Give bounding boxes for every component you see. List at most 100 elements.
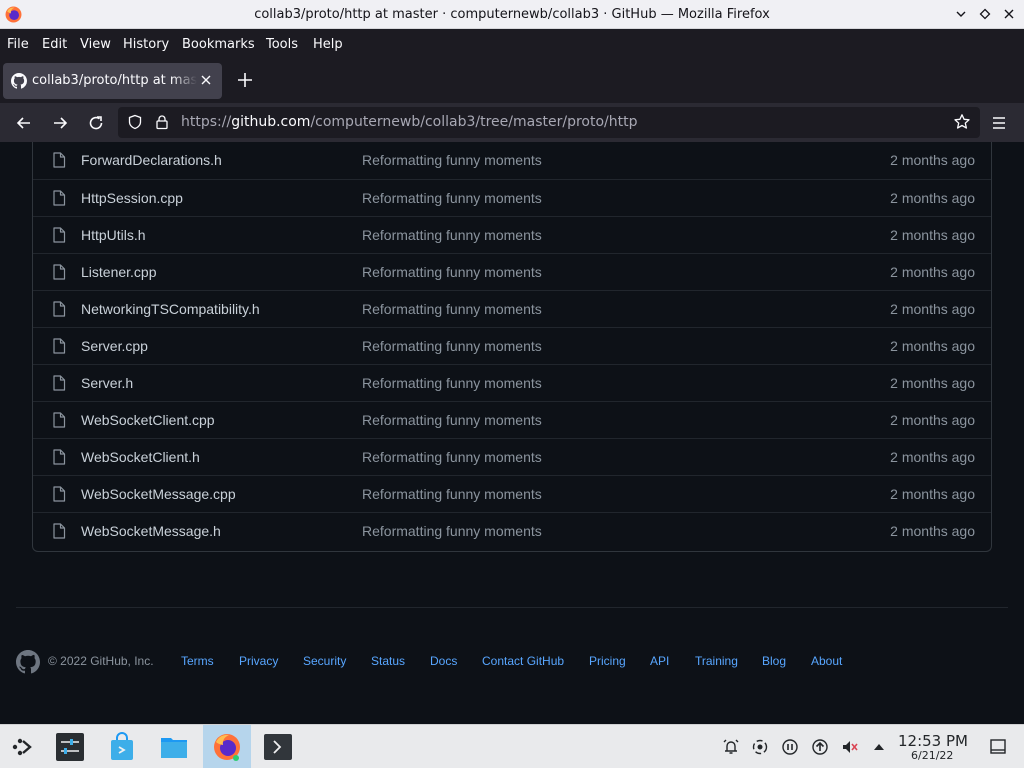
bookmark-star-icon[interactable] xyxy=(953,113,971,131)
clock-time[interactable]: 12:53 PM xyxy=(898,732,968,750)
file-row[interactable]: WebSocketMessage.cpp Reformatting funny … xyxy=(33,475,991,512)
menu-help[interactable]: Help xyxy=(313,37,343,52)
footer-link-training[interactable]: Training xyxy=(695,654,738,668)
footer-link-docs[interactable]: Docs xyxy=(430,654,457,668)
menu-file[interactable]: File xyxy=(7,37,29,52)
file-icon xyxy=(53,227,66,243)
tray-updates[interactable] xyxy=(810,737,830,757)
file-name-link[interactable]: WebSocketMessage.cpp xyxy=(81,486,236,502)
commit-message-link[interactable]: Reformatting funny moments xyxy=(362,301,542,317)
commit-message-link[interactable]: Reformatting funny moments xyxy=(362,523,542,539)
commit-message-link[interactable]: Reformatting funny moments xyxy=(362,338,542,354)
forward-button[interactable] xyxy=(48,111,72,135)
footer-link-status[interactable]: Status xyxy=(371,654,405,668)
file-row[interactable]: HttpSession.cpp Reformatting funny momen… xyxy=(33,179,991,216)
shield-icon[interactable] xyxy=(127,114,143,130)
commit-age: 2 months ago xyxy=(890,412,975,428)
commit-age: 2 months ago xyxy=(890,338,975,354)
tray-notifications[interactable] xyxy=(721,737,741,757)
window-title: collab3/proto/http at master · computern… xyxy=(254,7,770,22)
alarm-bell-icon xyxy=(723,739,739,754)
tab-title: collab3/proto/http at master · computern… xyxy=(32,73,197,88)
tray-kde-connect[interactable] xyxy=(750,737,770,757)
footer-link-contact[interactable]: Contact GitHub xyxy=(482,654,564,668)
commit-message-link[interactable]: Reformatting funny moments xyxy=(362,449,542,465)
file-row[interactable]: Server.cpp Reformatting funny moments 2 … xyxy=(33,327,991,364)
file-icon xyxy=(53,375,66,391)
footer-link-api[interactable]: API xyxy=(650,654,669,668)
file-row[interactable]: WebSocketClient.h Reformatting funny mom… xyxy=(33,438,991,475)
file-row[interactable]: Server.h Reformatting funny moments 2 mo… xyxy=(33,364,991,401)
file-name-link[interactable]: NetworkingTSCompatibility.h xyxy=(81,301,260,317)
footer-link-blog[interactable]: Blog xyxy=(762,654,786,668)
menu-history[interactable]: History xyxy=(123,37,169,52)
footer-link-about[interactable]: About xyxy=(811,654,842,668)
file-row[interactable]: WebSocketClient.cpp Reformatting funny m… xyxy=(33,401,991,438)
reload-button[interactable] xyxy=(84,111,108,135)
commit-message-link[interactable]: Reformatting funny moments xyxy=(362,412,542,428)
tab-close-icon[interactable] xyxy=(198,72,214,88)
file-row[interactable]: NetworkingTSCompatibility.h Reformatting… xyxy=(33,290,991,327)
file-name-link[interactable]: Listener.cpp xyxy=(81,264,157,280)
show-desktop-icon xyxy=(990,739,1006,754)
tray-expand[interactable] xyxy=(869,737,889,757)
file-name-link[interactable]: HttpSession.cpp xyxy=(81,190,183,206)
menu-tools[interactable]: Tools xyxy=(266,37,298,52)
file-row[interactable]: WebSocketMessage.h Reformatting funny mo… xyxy=(33,512,991,549)
file-name-link[interactable]: Server.h xyxy=(81,375,133,391)
taskbar-firefox[interactable] xyxy=(203,725,251,768)
footer-link-security[interactable]: Security xyxy=(303,654,346,668)
file-name-link[interactable]: ForwardDeclarations.h xyxy=(81,152,222,168)
file-row[interactable]: HttpUtils.h Reformatting funny moments 2… xyxy=(33,216,991,253)
github-mark-icon[interactable] xyxy=(16,650,40,674)
footer-link-terms[interactable]: Terms xyxy=(181,654,214,668)
footer-link-pricing[interactable]: Pricing xyxy=(589,654,626,668)
file-name-link[interactable]: WebSocketClient.h xyxy=(81,449,200,465)
commit-message-link[interactable]: Reformatting funny moments xyxy=(362,152,542,168)
commit-message-link[interactable]: Reformatting funny moments xyxy=(362,264,542,280)
commit-message-link[interactable]: Reformatting funny moments xyxy=(362,227,542,243)
taskbar-file-manager[interactable] xyxy=(152,725,196,768)
application-launcher[interactable] xyxy=(0,725,44,768)
file-icon xyxy=(53,523,66,539)
hamburger-menu-icon[interactable] xyxy=(988,112,1010,134)
footer-link-privacy[interactable]: Privacy xyxy=(239,654,278,668)
taskbar-discover[interactable] xyxy=(100,725,144,768)
github-icon xyxy=(11,73,27,89)
file-name-link[interactable]: WebSocketClient.cpp xyxy=(81,412,215,428)
file-name-link[interactable]: WebSocketMessage.h xyxy=(81,523,221,539)
file-row[interactable]: ForwardDeclarations.h Reformatting funny… xyxy=(33,142,991,179)
speaker-muted-icon xyxy=(843,741,858,753)
connect-icon xyxy=(752,739,768,755)
minimize-button[interactable] xyxy=(952,5,970,23)
url-text[interactable]: https://github.com/computernewb/collab3/… xyxy=(181,114,637,130)
file-icon xyxy=(53,190,66,206)
back-button[interactable] xyxy=(12,111,36,135)
file-row[interactable]: Listener.cpp Reformatting funny moments … xyxy=(33,253,991,290)
tab-active[interactable]: collab3/proto/http at master · computern… xyxy=(3,63,222,99)
tray-volume[interactable] xyxy=(840,737,860,757)
show-desktop-button[interactable] xyxy=(988,737,1008,757)
new-tab-plus-icon[interactable] xyxy=(234,69,256,91)
menu-bookmarks[interactable]: Bookmarks xyxy=(182,37,255,52)
maximize-button[interactable] xyxy=(976,5,994,23)
update-arrow-icon xyxy=(812,739,828,755)
chevron-up-icon xyxy=(874,744,884,750)
file-name-link[interactable]: HttpUtils.h xyxy=(81,227,146,243)
commit-message-link[interactable]: Reformatting funny moments xyxy=(362,190,542,206)
commit-message-link[interactable]: Reformatting funny moments xyxy=(362,486,542,502)
file-name-link[interactable]: Server.cpp xyxy=(81,338,148,354)
tray-media-player[interactable] xyxy=(780,737,800,757)
taskbar-system-settings[interactable] xyxy=(48,725,92,768)
clock-date[interactable]: 6/21/22 xyxy=(911,749,953,762)
url-path: /computernewb/collab3/tree/master/proto/… xyxy=(310,114,638,130)
menu-view[interactable]: View xyxy=(80,37,111,52)
footer-copyright: © 2022 GitHub, Inc. xyxy=(48,654,154,668)
commit-message-link[interactable]: Reformatting funny moments xyxy=(362,375,542,391)
taskbar-konsole[interactable] xyxy=(256,725,300,768)
url-bar[interactable]: https://github.com/computernewb/collab3/… xyxy=(118,107,980,138)
menu-edit[interactable]: Edit xyxy=(42,37,67,52)
lock-icon[interactable] xyxy=(154,114,170,130)
close-window-button[interactable] xyxy=(1000,5,1018,23)
firefox-icon xyxy=(214,734,240,761)
